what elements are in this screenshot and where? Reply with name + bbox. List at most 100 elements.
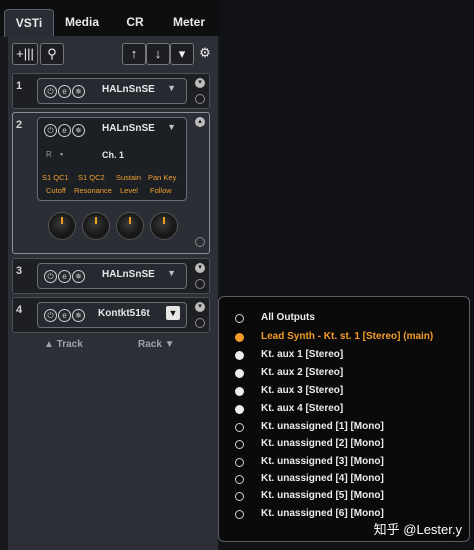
output-icon[interactable] bbox=[195, 279, 205, 289]
instrument-slot-4[interactable]: 4 ⏻ e ✵ Kontkt516t ▼ ▾ bbox=[12, 297, 210, 333]
menu-item-output[interactable]: Kt. unassigned [2] [Mono] bbox=[219, 436, 469, 454]
slot-number: 1 bbox=[16, 80, 23, 92]
power-icon[interactable]: ⏻ bbox=[44, 124, 57, 137]
qc-label: Follow bbox=[150, 186, 172, 195]
watermark: 知乎 @Lester.y bbox=[373, 522, 462, 537]
collapse-toggle-icon[interactable]: ▾ bbox=[195, 263, 205, 273]
power-icon[interactable]: ⏻ bbox=[44, 270, 57, 283]
instrument-slot-3[interactable]: 3 ⏻ e ✵ HALnSnSE ▼ ▾ bbox=[12, 258, 210, 294]
radio-active-icon bbox=[235, 405, 244, 414]
plugin-selector[interactable]: ⏻ e ✵ Kontkt516t ▼ bbox=[37, 302, 187, 328]
chevron-down-icon[interactable]: ▼ bbox=[167, 268, 176, 278]
qc-label: S1 QC2 bbox=[78, 173, 105, 182]
record-toggle[interactable]: R bbox=[46, 150, 52, 159]
collapse-toggle-icon[interactable]: ▾ bbox=[195, 78, 205, 88]
menu-item-label: Kt. unassigned [6] [Mono] bbox=[261, 508, 384, 519]
slot-number: 3 bbox=[16, 265, 23, 277]
slot-number: 4 bbox=[16, 304, 23, 316]
menu-item-label: Kt. unassigned [2] [Mono] bbox=[261, 438, 384, 449]
menu-item-output[interactable]: Kt. aux 1 [Stereo] bbox=[219, 347, 469, 365]
qc-label: Pan Key bbox=[148, 173, 177, 182]
radio-icon bbox=[235, 423, 244, 432]
search-icon[interactable]: ⚲ bbox=[40, 43, 64, 65]
edit-icon[interactable]: e bbox=[58, 309, 71, 322]
quick-control-knob[interactable] bbox=[117, 213, 143, 239]
output-icon[interactable] bbox=[195, 237, 205, 247]
preset-icon[interactable]: ✵ bbox=[72, 270, 85, 283]
arrow-down-icon[interactable]: ↓ bbox=[146, 43, 170, 65]
rack-footer: ▲ Track Rack ▼ bbox=[12, 335, 208, 355]
qc-label: Level bbox=[120, 186, 138, 195]
menu-item-output[interactable]: Kt. unassigned [3] [Mono] bbox=[219, 454, 469, 472]
gear-icon[interactable]: ⚙ bbox=[194, 43, 216, 63]
radio-selected-icon bbox=[235, 333, 244, 342]
tab-meter[interactable]: Meter bbox=[162, 9, 216, 36]
radio-icon bbox=[235, 492, 244, 501]
monitor-toggle[interactable]: ▪ bbox=[60, 149, 63, 159]
quick-control-knob[interactable] bbox=[49, 213, 75, 239]
menu-item-label: Kt. aux 2 [Stereo] bbox=[261, 367, 344, 378]
rack-toggle-button[interactable]: Rack ▼ bbox=[138, 339, 175, 350]
radio-icon bbox=[235, 475, 244, 484]
menu-item-output[interactable]: Kt. unassigned [5] [Mono] bbox=[219, 488, 469, 506]
qc-label: Resonance bbox=[74, 186, 112, 195]
menu-item-all-outputs[interactable]: All Outputs bbox=[219, 310, 469, 328]
menu-item-label: Kt. unassigned [3] [Mono] bbox=[261, 456, 384, 467]
midi-channel[interactable]: Ch. 1 bbox=[102, 150, 124, 160]
chevron-down-icon[interactable]: ▼ bbox=[167, 83, 176, 93]
quick-control-knob[interactable] bbox=[151, 213, 177, 239]
qc-label: Sustain bbox=[116, 173, 142, 182]
edit-icon[interactable]: e bbox=[58, 124, 71, 137]
edit-icon[interactable]: e bbox=[58, 85, 71, 98]
plugin-name: HALnSnSE bbox=[102, 123, 155, 134]
plugin-panel[interactable]: ⏻ e ✵ HALnSnSE ▼ R ▪ Ch. 1 S1 QC1 S1 QC2… bbox=[37, 117, 187, 201]
preset-icon[interactable]: ✵ bbox=[72, 85, 85, 98]
output-icon[interactable] bbox=[195, 94, 205, 104]
track-toggle-button[interactable]: ▲ Track bbox=[44, 339, 83, 350]
preset-icon[interactable]: ✵ bbox=[72, 309, 85, 322]
radio-active-icon bbox=[235, 387, 244, 396]
menu-item-label: Kt. unassigned [5] [Mono] bbox=[261, 490, 384, 501]
menu-item-label: Kt. unassigned [4] [Mono] bbox=[261, 473, 384, 484]
chevron-down-icon[interactable]: ▼ bbox=[167, 122, 176, 132]
tab-media[interactable]: Media bbox=[58, 9, 106, 36]
tab-vsti[interactable]: VSTi bbox=[4, 9, 54, 37]
collapse-icon[interactable]: ▾ bbox=[170, 43, 194, 65]
quick-control-knob[interactable] bbox=[83, 213, 109, 239]
slot-number: 2 bbox=[16, 119, 23, 131]
menu-item-output[interactable]: Kt. aux 2 [Stereo] bbox=[219, 365, 469, 383]
tab-bar: VSTi Media CR Meter bbox=[0, 0, 220, 37]
menu-item-main-output[interactable]: Lead Synth - Kt. st. 1 [Stereo] (main) bbox=[219, 329, 469, 347]
collapse-toggle-icon[interactable]: ▴ bbox=[195, 117, 205, 127]
menu-item-output[interactable]: Kt. aux 3 [Stereo] bbox=[219, 383, 469, 401]
collapse-toggle-icon[interactable]: ▾ bbox=[195, 302, 205, 312]
output-icon[interactable] bbox=[195, 318, 205, 328]
arrow-up-icon[interactable]: ↑ bbox=[122, 43, 146, 65]
power-icon[interactable]: ⏻ bbox=[44, 309, 57, 322]
menu-item-label: All Outputs bbox=[261, 312, 315, 323]
plugin-name: HALnSnSE bbox=[102, 269, 155, 280]
plugin-selector[interactable]: ⏻ e ✵ HALnSnSE ▼ bbox=[37, 78, 187, 104]
menu-item-output[interactable]: Kt. unassigned [4] [Mono] bbox=[219, 471, 469, 489]
power-icon[interactable]: ⏻ bbox=[44, 85, 57, 98]
instrument-slot-1[interactable]: 1 ⏻ e ✵ HALnSnSE ▼ ▾ bbox=[12, 73, 210, 109]
tab-cr[interactable]: CR bbox=[112, 9, 158, 36]
menu-item-label: Kt. aux 3 [Stereo] bbox=[261, 385, 344, 396]
menu-item-output[interactable]: Kt. aux 4 [Stereo] bbox=[219, 401, 469, 419]
edit-icon[interactable]: e bbox=[58, 270, 71, 283]
radio-icon bbox=[235, 440, 244, 449]
menu-item-label: Kt. aux 1 [Stereo] bbox=[261, 349, 344, 360]
menu-item-label: Lead Synth - Kt. st. 1 [Stereo] (main) bbox=[261, 331, 434, 342]
menu-item-output[interactable]: Kt. unassigned [1] [Mono] bbox=[219, 419, 469, 437]
radio-icon bbox=[235, 314, 244, 323]
vsti-rack-panel: VSTi Media CR Meter +||| ⚲ ↑ ↓ ▾ ⚙ 1 ⏻ e… bbox=[0, 0, 220, 550]
instrument-slot-2[interactable]: 2 ⏻ e ✵ HALnSnSE ▼ R ▪ Ch. 1 S1 QC1 S1 Q… bbox=[12, 112, 210, 254]
add-instrument-icon[interactable]: +||| bbox=[12, 43, 38, 65]
chevron-down-icon[interactable]: ▼ bbox=[166, 306, 180, 320]
radio-icon bbox=[235, 510, 244, 519]
qc-label: Cutoff bbox=[46, 186, 66, 195]
outputs-menu: All Outputs Lead Synth - Kt. st. 1 [Ster… bbox=[218, 296, 470, 542]
plugin-selector[interactable]: ⏻ e ✵ HALnSnSE ▼ bbox=[37, 263, 187, 289]
preset-icon[interactable]: ✵ bbox=[72, 124, 85, 137]
radio-active-icon bbox=[235, 351, 244, 360]
